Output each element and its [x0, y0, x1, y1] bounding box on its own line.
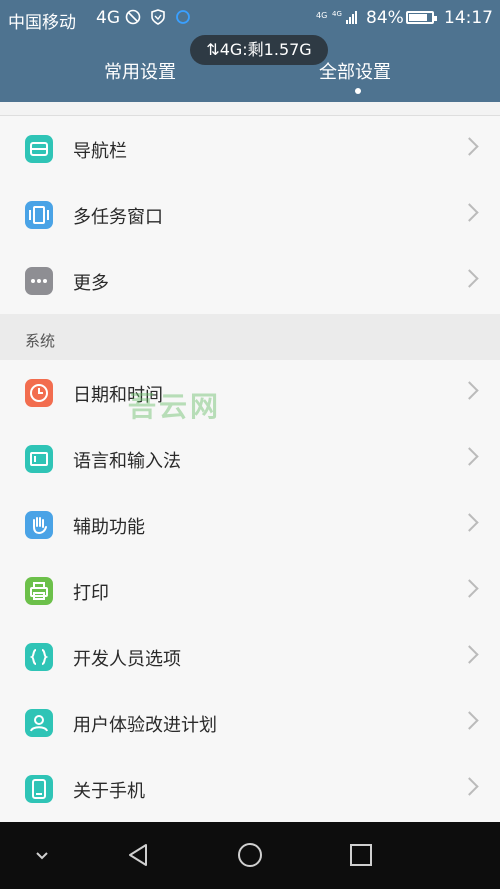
chevron-right-icon — [460, 579, 479, 598]
chevron-right-icon — [460, 513, 479, 532]
chevron-down-icon[interactable] — [28, 841, 56, 869]
watermark: 吾云网 — [128, 390, 222, 423]
back-icon[interactable] — [124, 841, 152, 869]
section-title: 系统 — [25, 332, 56, 350]
list-item-nav-bar[interactable]: 导航栏 — [0, 116, 500, 183]
no-sim-icon — [125, 9, 141, 25]
list-item-label: 更多 — [73, 273, 109, 294]
keyboard-icon — [25, 445, 53, 473]
header: 中国移动 4G 4G 4G 84% 14:17 ⇅4G:剩1.57G 常用设置 全… — [0, 0, 500, 102]
hand-icon — [25, 511, 53, 539]
chevron-right-icon — [460, 381, 479, 400]
more-icon — [25, 267, 53, 295]
phone-icon — [25, 775, 53, 803]
active-tab-indicator — [355, 88, 361, 94]
svg-text:4G: 4G — [316, 11, 327, 20]
user-icon — [25, 709, 53, 737]
chevron-right-icon — [460, 269, 479, 288]
list-item-developer-options[interactable]: 开发人员选项 — [0, 624, 500, 691]
recents-icon[interactable] — [347, 841, 375, 869]
data-usage-pill: ⇅4G:剩1.57G — [190, 35, 328, 65]
list-item-label: 打印 — [73, 583, 109, 604]
carrier-label: 中国移动 — [8, 13, 76, 33]
list-item-user-experience[interactable]: 用户体验改进计划 — [0, 690, 500, 757]
battery-percent: 84% — [366, 8, 404, 28]
chevron-right-icon — [460, 711, 479, 730]
network-label: 4G — [96, 8, 120, 28]
list-item-label: 多任务窗口 — [73, 207, 163, 228]
home-icon[interactable] — [236, 841, 264, 869]
list-item-date-time[interactable]: 日期和时间 — [0, 360, 500, 427]
braces-icon — [25, 643, 53, 671]
tab-all-settings[interactable]: 全部设置 — [319, 58, 391, 84]
svg-text:4G: 4G — [332, 10, 342, 18]
status-bar: 中国移动 4G 4G 4G 84% 14:17 — [0, 0, 500, 38]
list-item-accessibility[interactable]: 辅助功能 — [0, 492, 500, 559]
list-item-more[interactable]: 更多 — [0, 248, 500, 315]
chevron-right-icon — [460, 137, 479, 156]
chevron-right-icon — [460, 645, 479, 664]
list-item-label: 关于手机 — [73, 781, 145, 802]
battery-icon — [406, 11, 437, 24]
list-top-divider — [0, 102, 500, 116]
list-item-language-input[interactable]: 语言和输入法 — [0, 426, 500, 493]
notification-icon — [176, 10, 190, 24]
list-item-multi-window[interactable]: 多任务窗口 — [0, 182, 500, 249]
clock-time: 14:17 — [444, 8, 493, 28]
list-item-print[interactable]: 打印 — [0, 558, 500, 625]
signal-icon: 4G 4G — [316, 10, 357, 24]
navigation-bar-icon — [25, 135, 53, 163]
shield-icon — [151, 9, 165, 25]
list-item-label: 用户体验改进计划 — [73, 715, 217, 736]
list-item-about-phone[interactable]: 关于手机 — [0, 756, 500, 823]
chevron-right-icon — [460, 203, 479, 222]
list-item-label: 导航栏 — [73, 141, 127, 162]
chevron-right-icon — [460, 777, 479, 796]
section-header-system: 系统 — [0, 314, 500, 361]
clock-icon — [25, 379, 53, 407]
navigation-bar — [0, 822, 500, 889]
chevron-right-icon — [460, 447, 479, 466]
settings-list: 导航栏 多任务窗口 更多 系统 日期和时间 语言和输入法 辅助功能 打印 开发人… — [0, 102, 500, 823]
list-item-label: 辅助功能 — [73, 517, 145, 538]
list-item-label: 开发人员选项 — [73, 649, 181, 670]
list-item-label: 语言和输入法 — [73, 451, 181, 472]
printer-icon — [25, 577, 53, 605]
multi-window-icon — [25, 201, 53, 229]
tab-common-settings[interactable]: 常用设置 — [104, 58, 176, 84]
